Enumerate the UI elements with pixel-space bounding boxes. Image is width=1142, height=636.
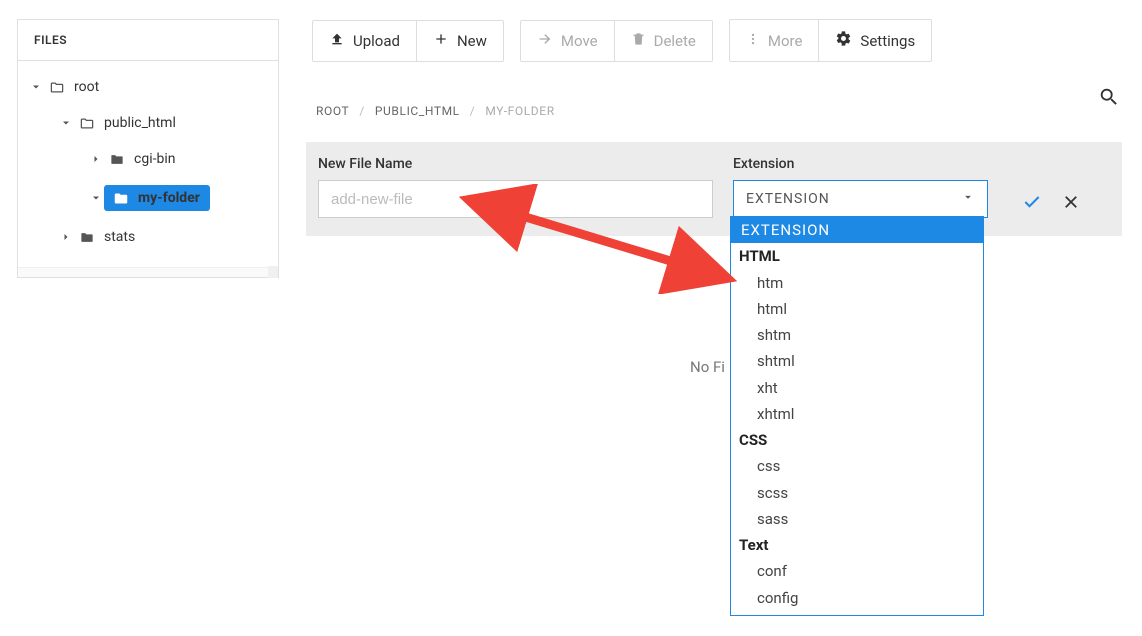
file-tree: root public_html cgi-bin my-folder stats xyxy=(18,61,278,267)
toolbar-group-file: Upload New xyxy=(312,20,504,62)
folder-icon xyxy=(78,230,96,245)
tree-item-root[interactable]: root xyxy=(18,69,278,105)
breadcrumb-item[interactable]: PUBLIC_HTML xyxy=(375,104,460,118)
move-label: Move xyxy=(561,32,598,50)
confirm-controls xyxy=(1020,192,1080,218)
folder-icon xyxy=(108,152,126,167)
folder-icon xyxy=(112,191,130,206)
plus-icon xyxy=(433,31,449,51)
more-vertical-icon xyxy=(746,31,760,51)
breadcrumb: ROOT / PUBLIC_HTML / MY-FOLDER xyxy=(316,104,555,118)
upload-button[interactable]: Upload xyxy=(313,21,416,61)
arrow-right-icon xyxy=(537,31,553,51)
dropdown-option[interactable]: html xyxy=(731,296,983,322)
extension-select[interactable]: EXTENSION xyxy=(733,180,988,218)
delete-label: Delete xyxy=(654,32,696,50)
chevron-down-icon[interactable] xyxy=(58,117,74,129)
toolbar: Upload New Move Delete More xyxy=(312,19,932,62)
more-label: More xyxy=(768,32,803,50)
settings-label: Settings xyxy=(860,32,915,50)
dropdown-option[interactable]: xht xyxy=(731,375,983,401)
tree-item-public-html[interactable]: public_html xyxy=(18,105,278,141)
dropdown-option[interactable]: shtm xyxy=(731,322,983,348)
dropdown-option[interactable]: config xyxy=(731,585,983,611)
dropdown-option[interactable]: css xyxy=(731,453,983,479)
breadcrumb-item[interactable]: ROOT xyxy=(316,104,349,118)
search-icon[interactable] xyxy=(1098,86,1122,110)
tree-item-label: cgi-bin xyxy=(134,151,175,167)
dropdown-option[interactable]: conf xyxy=(731,558,983,584)
extension-dropdown-list[interactable]: EXTENSIONHTMLhtmhtmlshtmshtmlxhtxhtmlCSS… xyxy=(731,217,983,615)
filename-label: New File Name xyxy=(318,156,713,172)
dropdown-group: CSS xyxy=(731,427,983,453)
dropdown-option[interactable]: csv xyxy=(731,611,983,615)
filename-field: New File Name xyxy=(318,156,713,218)
chevron-down-icon[interactable] xyxy=(88,192,104,204)
dropdown-group: Text xyxy=(731,532,983,558)
new-file-panel: New File Name Extension EXTENSION xyxy=(306,142,1122,236)
upload-icon xyxy=(329,31,345,51)
dropdown-option[interactable]: scss xyxy=(731,480,983,506)
move-button: Move xyxy=(521,21,614,61)
breadcrumb-separator: / xyxy=(470,104,476,118)
extension-field: Extension EXTENSION xyxy=(733,156,988,218)
new-label: New xyxy=(457,32,487,50)
filename-input[interactable] xyxy=(318,180,713,218)
tree-item-my-folder[interactable]: my-folder xyxy=(18,180,268,216)
sidebar-header: FILES xyxy=(18,20,278,61)
dropdown-option[interactable]: htm xyxy=(731,270,983,296)
breadcrumb-item: MY-FOLDER xyxy=(485,104,554,118)
sidebar: FILES root public_html cgi-bin my-folder sta… xyxy=(17,19,279,278)
dropdown-group: HTML xyxy=(731,243,983,269)
chevron-right-icon[interactable] xyxy=(88,153,104,165)
trash-icon xyxy=(631,31,646,51)
extension-label: Extension xyxy=(733,156,988,172)
folder-icon xyxy=(78,116,96,131)
gear-icon xyxy=(835,30,852,51)
dropdown-option-selected[interactable]: EXTENSION xyxy=(731,217,983,243)
delete-button: Delete xyxy=(614,21,712,61)
dropdown-option[interactable]: sass xyxy=(731,506,983,532)
chevron-down-icon xyxy=(961,190,975,208)
settings-button[interactable]: Settings xyxy=(818,20,931,61)
toolbar-group-edit: Move Delete xyxy=(520,20,713,62)
dropdown-option[interactable]: shtml xyxy=(731,348,983,374)
confirm-button[interactable] xyxy=(1020,192,1044,212)
tree-item-label: root xyxy=(74,79,99,95)
cancel-button[interactable] xyxy=(1062,193,1080,211)
extension-select-value: EXTENSION xyxy=(746,191,830,207)
folder-icon xyxy=(48,80,66,95)
tree-item-label: my-folder xyxy=(138,190,200,206)
chevron-down-icon[interactable] xyxy=(28,81,44,93)
sidebar-scrollbar[interactable] xyxy=(18,267,278,277)
breadcrumb-separator: / xyxy=(359,104,365,118)
dropdown-option[interactable]: xhtml xyxy=(731,401,983,427)
toolbar-group-settings: More Settings xyxy=(729,19,932,62)
tree-item-label: stats xyxy=(104,229,135,245)
tree-item-label: public_html xyxy=(104,115,176,131)
chevron-right-icon[interactable] xyxy=(58,231,74,243)
tree-item-stats[interactable]: stats xyxy=(18,219,278,255)
empty-state-text: No Fi xyxy=(690,358,725,376)
extension-dropdown: EXTENSIONHTMLhtmhtmlshtmshtmlxhtxhtmlCSS… xyxy=(730,216,984,616)
new-button[interactable]: New xyxy=(416,21,503,61)
tree-item-cgi-bin[interactable]: cgi-bin xyxy=(18,141,278,177)
more-button: More xyxy=(730,20,819,61)
upload-label: Upload xyxy=(353,32,400,50)
